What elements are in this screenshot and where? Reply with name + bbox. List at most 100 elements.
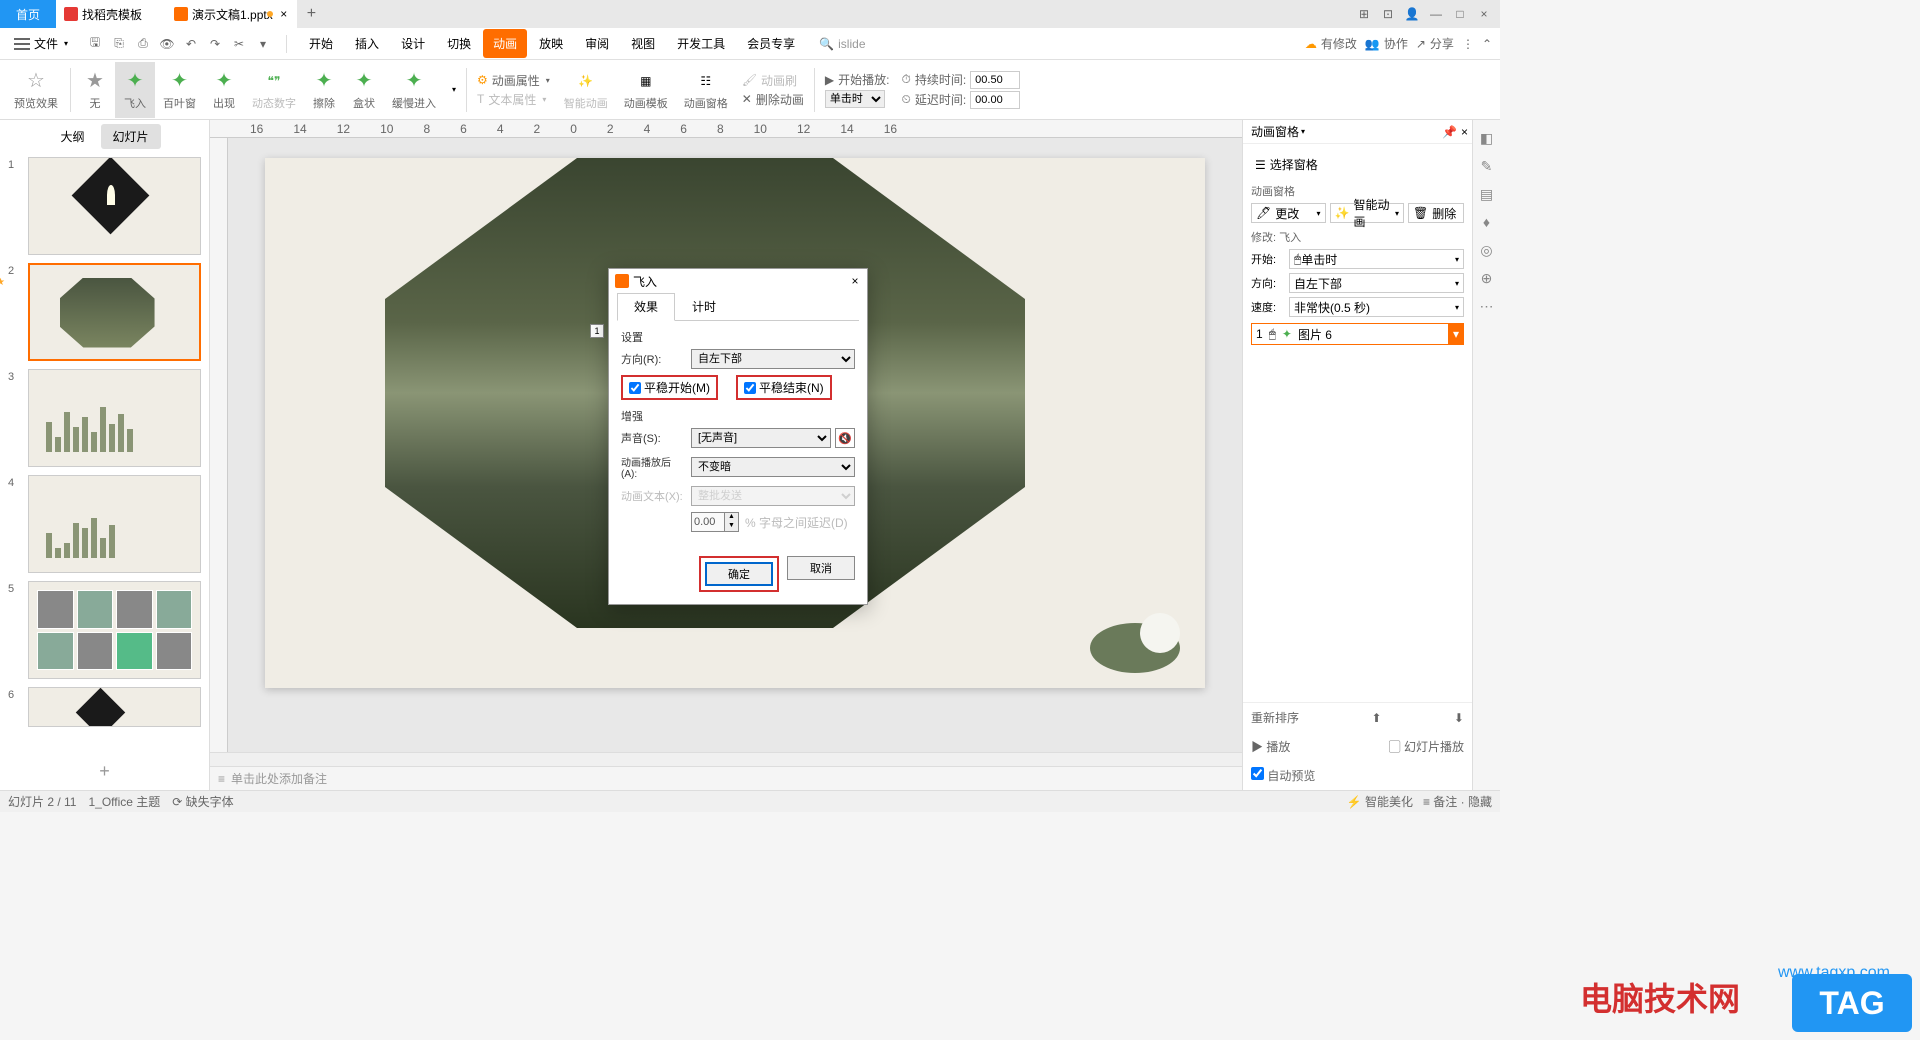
tab-review[interactable]: 审阅 (575, 29, 619, 58)
slide-thumb-2[interactable]: 2★ (8, 263, 201, 361)
select-pane-button[interactable]: ☰选择窗格 (1251, 152, 1464, 177)
anim-appear[interactable]: ✦出现 (204, 62, 244, 118)
delete-anim[interactable]: ✕删除动画 (742, 91, 804, 108)
tab-transition[interactable]: 切换 (437, 29, 481, 58)
tab-design[interactable]: 设计 (391, 29, 435, 58)
slide-thumb-3[interactable]: 3 (8, 369, 201, 467)
anim-number[interactable]: ❝❞动态数字 (244, 62, 304, 118)
anim-gallery-more[interactable]: ▾ (444, 62, 462, 118)
anim-blinds[interactable]: ✦百叶窗 (155, 62, 204, 118)
maximize-button[interactable]: □ (1448, 2, 1472, 26)
slideshow-button[interactable]: ▢ 幻灯片播放 (1389, 738, 1464, 755)
notes-bar[interactable]: ≡单击此处添加备注 (210, 766, 1242, 790)
smooth-end-checkbox[interactable]: 平稳结束(N) (736, 375, 832, 400)
anim-pane[interactable]: ☷动画窗格 (676, 62, 736, 118)
collapse-ribbon[interactable]: ⌃ (1482, 37, 1492, 51)
add-tab-button[interactable]: + (297, 5, 326, 23)
anim-wipe[interactable]: ✦擦除 (304, 62, 344, 118)
delay-input[interactable] (970, 91, 1020, 109)
item-dropdown[interactable]: ▾ (1448, 323, 1464, 345)
tab-home[interactable]: 首页 (0, 0, 56, 28)
more-menu[interactable]: ⋮ (1462, 37, 1474, 51)
slide-thumb-4[interactable]: 4 (8, 475, 201, 573)
autoplay-checkbox[interactable]: 自动预览 (1251, 767, 1315, 784)
search-box[interactable]: 🔍 islide (819, 37, 865, 51)
anim-none[interactable]: ★无 (75, 62, 115, 118)
close-icon[interactable]: × (847, 273, 863, 289)
tool-icon[interactable]: ⋯ (1477, 296, 1497, 316)
tool-icon[interactable]: ✎ (1477, 156, 1497, 176)
horizontal-scrollbar[interactable] (210, 752, 1242, 766)
tab-developer[interactable]: 开发工具 (667, 29, 735, 58)
apps-icon[interactable]: ⊡ (1376, 2, 1400, 26)
tab-slideshow[interactable]: 放映 (529, 29, 573, 58)
close-icon[interactable]: × (1461, 125, 1468, 139)
pin-icon[interactable]: 📌 (1442, 125, 1457, 139)
export-icon[interactable]: ⎘ (108, 33, 130, 55)
tab-document[interactable]: 演示文稿1.pptx × (166, 0, 297, 28)
direction-select[interactable]: 自左下部 (691, 349, 855, 369)
start-field[interactable]: 🖱单击时▾ (1289, 249, 1464, 269)
coop-button[interactable]: 👥协作 (1365, 35, 1408, 52)
pending-changes[interactable]: ☁有修改 (1305, 35, 1357, 52)
print-icon[interactable]: ⎙ (132, 33, 154, 55)
notes-toggle[interactable]: ≡ 备注 · 隐藏 (1423, 793, 1492, 810)
speed-field[interactable]: 非常快(0.5 秒)▾ (1289, 297, 1464, 317)
preview-icon[interactable]: 👁 (156, 33, 178, 55)
layout-icon[interactable]: ⊞ (1352, 2, 1376, 26)
slides-tab[interactable]: 幻灯片 (101, 124, 161, 149)
tab-start[interactable]: 开始 (299, 29, 343, 58)
percent-spinner[interactable]: ▲▼ (691, 512, 739, 532)
close-icon[interactable]: × (277, 7, 291, 21)
outline-tab[interactable]: 大纲 (48, 124, 96, 149)
ok-button[interactable]: 确定 (705, 562, 773, 586)
direction-field[interactable]: 自左下部▾ (1289, 273, 1464, 293)
anim-box[interactable]: ✦盒状 (344, 62, 384, 118)
tool-icon[interactable]: ▤ (1477, 184, 1497, 204)
file-menu[interactable]: 文件 ▾ (8, 31, 74, 56)
save-icon[interactable]: 🖫 (84, 33, 106, 55)
anim-slowin[interactable]: ✦缓慢进入 (384, 62, 444, 118)
sound-select[interactable]: [无声音] (691, 428, 831, 448)
slide-thumb-1[interactable]: 1 (8, 157, 201, 255)
more-icon[interactable]: ▾ (252, 33, 274, 55)
tab-animation[interactable]: 动画 (483, 29, 527, 58)
timing-tab[interactable]: 计时 (675, 293, 733, 320)
delete-button[interactable]: 🗑删除 (1408, 203, 1464, 223)
minimize-button[interactable]: — (1424, 2, 1448, 26)
smart-beautify[interactable]: ⚡ 智能美化 (1347, 793, 1413, 810)
slide-thumb-6[interactable]: 6 (8, 687, 201, 727)
missing-fonts[interactable]: ⟳ 缺失字体 (172, 793, 233, 810)
after-select[interactable]: 不变暗 (691, 457, 855, 477)
tool-icon[interactable]: ♦ (1477, 212, 1497, 232)
anim-list-item[interactable]: 1 🖱 ✦ 图片 6 ▾ (1251, 323, 1464, 345)
preview-effect-button[interactable]: ☆预览效果 (6, 62, 66, 118)
anim-order-badge[interactable]: 1 (590, 324, 604, 338)
dialog-titlebar[interactable]: 飞入 × (609, 269, 867, 293)
change-button[interactable]: 🖊更改▾ (1251, 203, 1326, 223)
play-button[interactable]: ▶ 播放 (1251, 738, 1290, 755)
redo-icon[interactable]: ↷ (204, 33, 226, 55)
start-select[interactable]: 单击时 (825, 90, 885, 108)
tool-icon[interactable]: ⊕ (1477, 268, 1497, 288)
reorder-down[interactable]: ⬇ (1454, 711, 1464, 725)
share-button[interactable]: ↗分享 (1416, 35, 1454, 52)
tool-icon[interactable]: ◧ (1477, 128, 1497, 148)
tab-vip[interactable]: 会员专享 (737, 29, 805, 58)
smooth-start-checkbox[interactable]: 平稳开始(M) (621, 375, 718, 400)
tab-templates[interactable]: 找稻壳模板 (56, 0, 166, 28)
smart-anim[interactable]: ✨智能动画 (556, 62, 616, 118)
tab-view[interactable]: 视图 (621, 29, 665, 58)
smart-anim-button[interactable]: ✨智能动画▾ (1330, 203, 1405, 223)
anim-flyin[interactable]: ✦飞入 (115, 62, 155, 118)
tool-icon[interactable]: ◎ (1477, 240, 1497, 260)
slide-thumb-5[interactable]: 5 (8, 581, 201, 679)
cancel-button[interactable]: 取消 (787, 556, 855, 580)
anim-template[interactable]: ▦动画模板 (616, 62, 676, 118)
undo-icon[interactable]: ↶ (180, 33, 202, 55)
sound-preview-button[interactable]: 🔇 (835, 428, 855, 448)
close-button[interactable]: × (1472, 2, 1496, 26)
anim-properties[interactable]: ⚙动画属性▾ (477, 72, 550, 89)
avatar-icon[interactable]: 👤 (1400, 2, 1424, 26)
cut-icon[interactable]: ✂ (228, 33, 250, 55)
